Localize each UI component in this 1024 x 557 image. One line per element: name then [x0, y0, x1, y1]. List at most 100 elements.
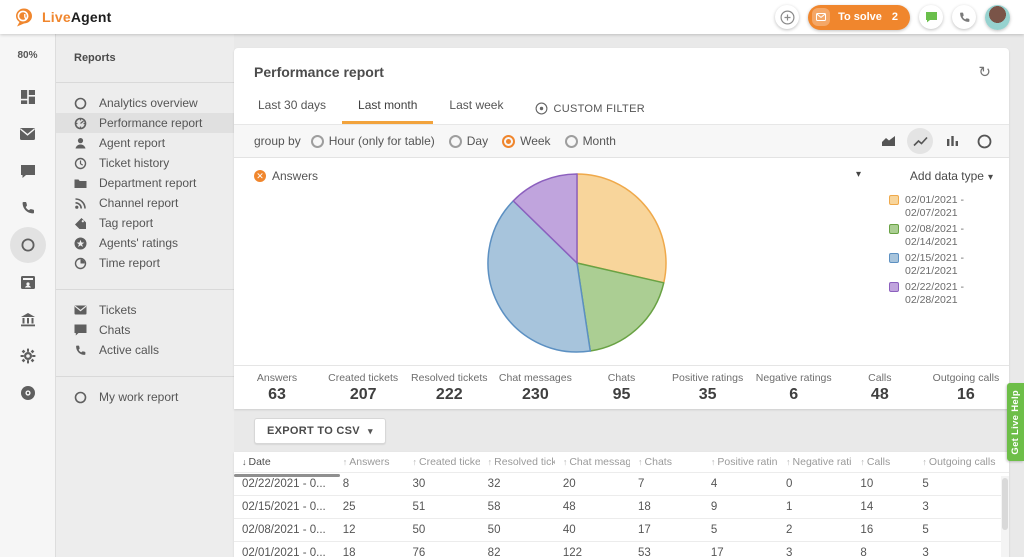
vertical-scrollbar-track[interactable] — [1001, 476, 1009, 557]
answers-pie-chart[interactable] — [485, 171, 669, 355]
sidebar-item-tickets[interactable]: Tickets — [56, 300, 234, 320]
radio-circle — [449, 135, 462, 148]
answers-series-tag[interactable]: ✕ Answers — [254, 169, 318, 183]
area-chart-button[interactable] — [875, 128, 901, 154]
divider — [56, 82, 234, 83]
main-panel: Performance report ↻ Last 30 days Last m… — [234, 34, 1024, 557]
sidebar-item-label: Tickets — [99, 303, 137, 317]
rail-reports-button[interactable] — [10, 227, 46, 263]
radio-circle-selected — [502, 135, 515, 148]
column-header-negative-ratings[interactable]: ↑Negative ratings — [778, 452, 852, 473]
rail-chats-button[interactable] — [10, 153, 46, 189]
bar-chart-button[interactable] — [939, 128, 965, 154]
tab-last-30-days[interactable]: Last 30 days — [242, 90, 342, 124]
chevron-down-icon: ▾ — [368, 426, 373, 437]
column-header-resolved-tickets[interactable]: ↑Resolved tickets — [480, 452, 555, 473]
radio-hour[interactable]: Hour (only for table) — [311, 134, 435, 148]
dashboard-grid-icon — [20, 89, 36, 105]
circle-icon — [73, 97, 88, 110]
add-new-button[interactable] — [775, 5, 799, 29]
chat-green-icon — [925, 11, 938, 23]
legend-item-week3[interactable]: 02/15/2021 -02/21/2021 — [889, 252, 993, 278]
series-dropdown-icon[interactable]: ▾ — [856, 169, 861, 180]
table-row[interactable]: 02/22/2021 - 0...8303220740105 — [234, 473, 1009, 496]
rail-calls-button[interactable] — [10, 190, 46, 226]
icon-rail: 80% — [0, 34, 56, 557]
rail-customers-button[interactable] — [10, 264, 46, 300]
column-header-answers[interactable]: ↑Answers — [335, 452, 405, 473]
column-header-positive-ratings[interactable]: ↑Positive ratings — [703, 452, 778, 473]
column-header-date[interactable]: ↓Date — [234, 452, 335, 473]
legend-item-week2[interactable]: 02/08/2021 -02/14/2021 — [889, 223, 993, 249]
tab-last-month[interactable]: Last month — [342, 90, 433, 124]
column-header-created-tickets[interactable]: ↑Created tickets — [405, 452, 480, 473]
performance-percent: 80% — [17, 50, 37, 61]
column-header-chat-messages[interactable]: ↑Chat messages — [555, 452, 630, 473]
rail-dashboard-button[interactable] — [10, 79, 46, 115]
topbar-controls: To solve 2 — [775, 5, 1010, 30]
column-header-calls[interactable]: ↑Calls — [852, 452, 914, 473]
radio-week[interactable]: Week — [502, 134, 550, 148]
stat-positive-ratings: Positive ratings35 — [665, 372, 751, 404]
legend-item-week4[interactable]: 02/22/2021 -02/28/2021 — [889, 281, 993, 307]
remove-series-icon[interactable]: ✕ — [254, 170, 266, 182]
chart-type-switcher — [875, 128, 997, 154]
add-data-type-button[interactable]: Add data type▾ — [910, 169, 993, 183]
tab-last-week[interactable]: Last week — [433, 90, 519, 124]
refresh-icon[interactable]: ↻ — [978, 65, 991, 80]
calls-topbar-button[interactable] — [952, 5, 976, 29]
rail-tickets-button[interactable] — [10, 116, 46, 152]
sidebar-item-chats[interactable]: Chats — [56, 320, 234, 340]
sidebar-item-department-report[interactable]: Department report — [56, 173, 234, 193]
horizontal-scrollbar[interactable] — [234, 474, 340, 477]
legend-swatch-blue — [889, 253, 899, 263]
sidebar-item-active-calls[interactable]: Active calls — [56, 340, 234, 360]
sidebar-item-label: Agent report — [99, 136, 165, 150]
sidebar-item-performance-report[interactable]: Performance report — [56, 113, 234, 133]
table-row[interactable]: 02/08/2021 - 0...125050401752165 — [234, 519, 1009, 542]
sidebar-item-my-work-report[interactable]: My work report — [56, 387, 234, 407]
table-row[interactable]: 02/15/2021 - 0...255158481891143 — [234, 496, 1009, 519]
table-row[interactable]: 02/01/2021 - 0...1876821225317383 — [234, 542, 1009, 557]
person-icon — [73, 137, 88, 150]
rail-settings-button[interactable] — [10, 338, 46, 374]
content: 80% — [0, 34, 1024, 557]
sidebar-item-agent-report[interactable]: Agent report — [56, 133, 234, 153]
chart-legend: 02/01/2021 -02/07/2021 02/08/2021 -02/14… — [889, 194, 993, 310]
rail-billing-button[interactable] — [10, 301, 46, 337]
pie-chart-button[interactable] — [971, 128, 997, 154]
export-to-csv-button[interactable]: EXPORT TO CSV▾ — [254, 418, 386, 444]
chats-topbar-button[interactable] — [919, 5, 943, 29]
vertical-scrollbar-thumb[interactable] — [1002, 478, 1008, 530]
sidebar-item-channel-report[interactable]: Channel report — [56, 193, 234, 213]
envelope-icon — [73, 305, 88, 315]
custom-filter-button[interactable]: CUSTOM FILTER — [519, 94, 661, 124]
sidebar-item-label: Analytics overview — [99, 96, 198, 110]
legend-item-week1[interactable]: 02/01/2021 -02/07/2021 — [889, 194, 993, 220]
page-title: Performance report — [254, 64, 384, 80]
sidebar-item-ticket-history[interactable]: Ticket history — [56, 153, 234, 173]
to-solve-button[interactable]: To solve 2 — [808, 5, 910, 30]
phone-icon — [958, 11, 971, 24]
to-solve-label: To solve — [838, 11, 882, 23]
sidebar-item-time-report[interactable]: Time report — [56, 253, 234, 273]
sidebar-item-tag-report[interactable]: Tag report — [56, 213, 234, 233]
liveagent-logo[interactable]: LiveAgent — [14, 7, 112, 27]
rail-help-button[interactable] — [10, 375, 46, 411]
radio-day[interactable]: Day — [449, 134, 488, 148]
get-live-help-button[interactable]: Get Live Help — [1007, 383, 1024, 461]
stat-negative-ratings: Negative ratings6 — [751, 372, 837, 404]
user-avatar[interactable] — [985, 5, 1010, 30]
legend-swatch-green — [889, 224, 899, 234]
sidebar-item-agents-ratings[interactable]: Agents' ratings — [56, 233, 234, 253]
column-header-outgoing-calls[interactable]: ↑Outgoing calls — [914, 452, 1009, 473]
report-table: ↓Date ↑Answers ↑Created tickets ↑Resolve… — [234, 452, 1009, 557]
stat-chats: Chats95 — [578, 372, 664, 404]
sidebar-item-analytics-overview[interactable]: Analytics overview — [56, 93, 234, 113]
line-chart-button[interactable] — [907, 128, 933, 154]
sidebar-item-label: My work report — [99, 390, 178, 404]
envelope-icon — [19, 127, 36, 141]
column-header-chats[interactable]: ↑Chats — [630, 452, 703, 473]
radio-month[interactable]: Month — [565, 134, 616, 148]
legend-swatch-orange — [889, 195, 899, 205]
